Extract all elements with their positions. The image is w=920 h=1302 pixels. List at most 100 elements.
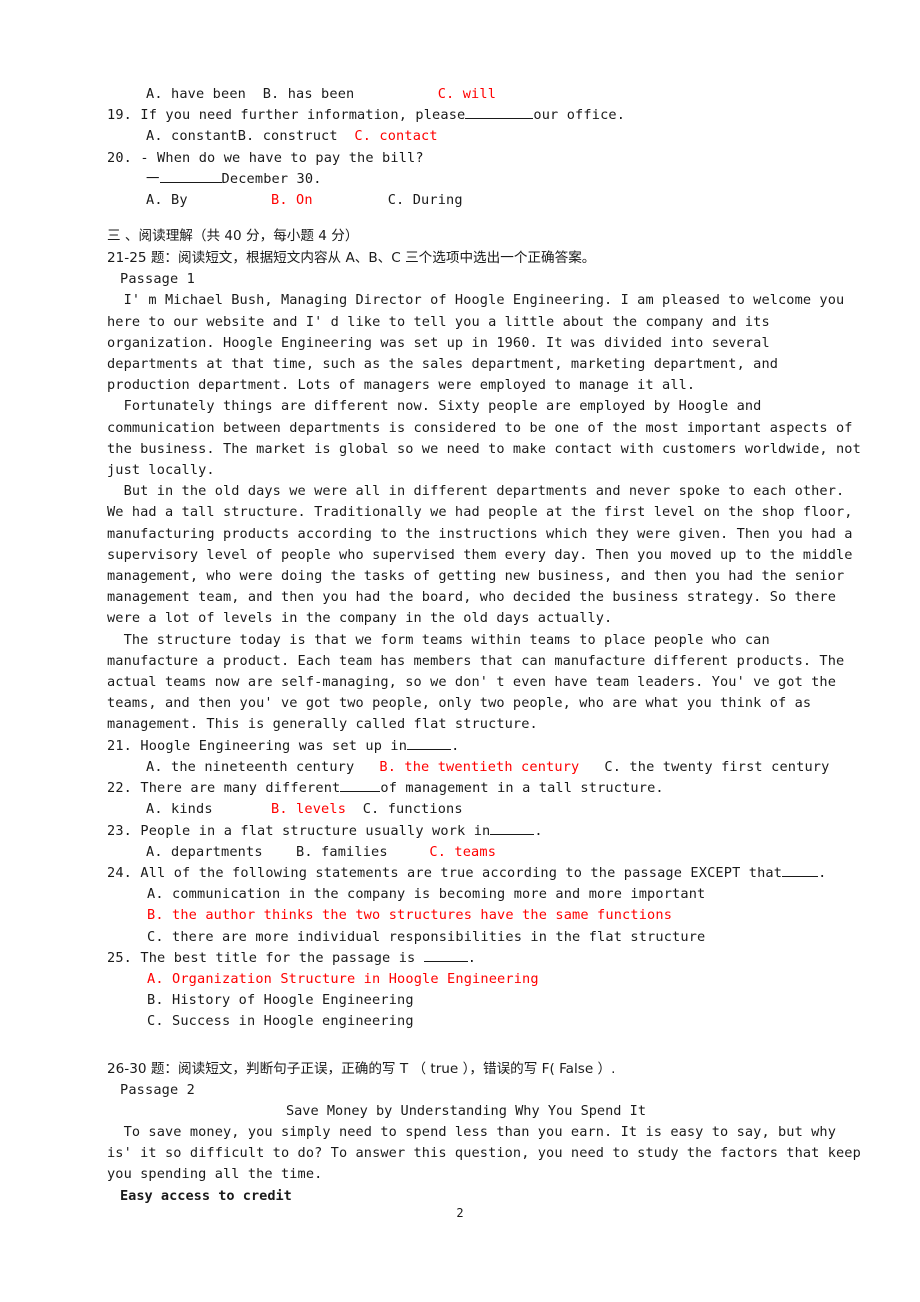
option-22-c[interactable]: C. functions [363, 801, 463, 817]
question-23-text-before: People in a flat structure usually work … [140, 822, 491, 839]
passage-line: were a lot of levels in the company in t… [107, 610, 613, 627]
option-19-a[interactable]: A. constant [133, 128, 238, 144]
option-22-a[interactable]: A. kinds [133, 801, 213, 817]
question-20-line1: - When do we have to pay the bill? [140, 149, 424, 166]
question-21-text-before: Hoogle Engineering was set up in [140, 737, 408, 754]
option-24-c-row: C. there are more individual responsibil… [107, 927, 825, 948]
question-21-text-after: . [451, 737, 460, 754]
option-23-c[interactable]: C. teams [429, 844, 496, 860]
passage-1-paragraph-4: The structure today is that we form team… [107, 630, 845, 736]
question-22-options-row: A. kinds B. levels C. functions [107, 799, 825, 820]
passage-2-title: Save Money by Understanding Why You Spen… [285, 1102, 647, 1119]
option-21-c[interactable]: C. the twenty first century [604, 759, 829, 775]
option-24-a[interactable]: A. communication in the company is becom… [147, 886, 705, 902]
passage-line: the business. The market is global so we… [107, 440, 861, 457]
passage-line: communication between departments is con… [107, 419, 853, 436]
question-25-blank[interactable] [423, 960, 468, 962]
exam-page: A. have been B. has been C. will 19. If … [0, 0, 920, 1302]
passage-line: management. This is generally called fla… [107, 716, 538, 733]
option-24-c[interactable]: C. there are more individual responsibil… [147, 929, 705, 945]
option-19-b[interactable]: B. construct [238, 128, 338, 144]
option-25-b-row: B. History of Hoogle Engineering [107, 990, 825, 1011]
question-22-stem: 22. There are many different of managemen… [107, 778, 825, 799]
page-content: A. have been B. has been C. will 19. If … [107, 84, 861, 1207]
question-21-stem: 21. Hoogle Engineering was set up in. [107, 736, 825, 757]
passage-1-paragraph-1: I' m Michael Bush, Managing Director of … [107, 290, 844, 396]
question-19-number: 19. [107, 107, 133, 124]
question-18-options-row: A. have been B. has been C. will [107, 84, 825, 105]
option-19-c[interactable]: C. contact [354, 128, 437, 144]
passage-line: production department. Lots of managers … [107, 377, 696, 394]
option-25-a[interactable]: A. Organization Structure in Hoogle Engi… [147, 971, 539, 987]
question-23-blank[interactable] [490, 833, 535, 835]
question-25-number: 25. [107, 949, 133, 966]
question-19-blank[interactable] [465, 118, 534, 120]
question-19-text-before: If you need further information, please [140, 107, 466, 124]
section-26-30-instruction: 26-30 题：阅读短文，判断句子正误，正确的写 T （ true ），错误的写… [107, 1060, 616, 1077]
option-23-a[interactable]: A. departments [133, 844, 263, 860]
passage-line: manufacturing products according to the … [107, 525, 853, 542]
option-25-c[interactable]: C. Success in Hoogle engineering [147, 1013, 414, 1029]
passage-line: manufacture a product. Each team has mem… [107, 652, 845, 669]
passage-line: just locally. [107, 462, 215, 479]
option-18-b[interactable]: B. has been [263, 86, 355, 102]
question-23-stem: 23. People in a flat structure usually w… [107, 821, 825, 842]
question-20-options-row: A. By B. On C. During [107, 190, 825, 211]
option-21-b[interactable]: B. the twentieth century [379, 759, 579, 775]
option-18-a[interactable]: A. have been [133, 86, 246, 102]
option-20-c[interactable]: C. During [388, 192, 463, 208]
question-19-options-row: A. constantB. construct C. contact [107, 126, 825, 147]
question-24-stem: 24. All of the following statements are … [107, 863, 827, 884]
passage-2-subheading: Easy access to credit [120, 1187, 292, 1204]
passage-line: Fortunately things are different now. Si… [107, 398, 762, 415]
question-24-blank[interactable] [782, 875, 819, 877]
question-21-blank[interactable] [407, 748, 452, 750]
passage-2-label: Passage 2 [120, 1081, 196, 1098]
question-19-text-after: our office. [533, 107, 626, 124]
question-22-blank[interactable] [340, 791, 381, 793]
passage-1-paragraph-2: Fortunately things are different now. Si… [107, 396, 861, 481]
question-20-stem: 20. - When do we have to pay the bill? [107, 148, 825, 169]
question-24-text-before: All of the following statements are true… [140, 864, 783, 881]
passage-line: you spending all the time. [107, 1166, 323, 1183]
option-20-a[interactable]: A. By [133, 192, 188, 208]
passage-1-paragraph-3: But in the old days we were all in diffe… [107, 481, 853, 629]
question-24-text-after: . [818, 864, 827, 881]
page-number-footer: 2 [456, 1206, 464, 1220]
passage-line: management team, and then you had the bo… [107, 589, 837, 606]
option-21-a[interactable]: A. the nineteenth century [133, 759, 354, 775]
question-25-text-after: . [467, 949, 477, 966]
passage-line: But in the old days we were all in diffe… [107, 483, 845, 500]
option-25-b[interactable]: B. History of Hoogle Engineering [147, 992, 414, 1008]
option-23-b[interactable]: B. families [296, 844, 388, 860]
question-22-number: 22. [107, 780, 133, 797]
question-20-answer-line: 一 December 30. [107, 169, 825, 190]
question-25-text-before: The best title for the passage is [140, 949, 424, 966]
passage-line: supervisory level of people who supervis… [107, 546, 853, 563]
passage-line: We had a tall structure. Traditionally w… [107, 504, 853, 521]
question-23-number: 23. [107, 822, 133, 839]
option-22-b[interactable]: B. levels [271, 801, 346, 817]
passage-line: departments at that time, such as the sa… [107, 356, 779, 373]
question-24-number: 24. [107, 864, 133, 881]
option-25-c-row: C. Success in Hoogle engineering [107, 1011, 825, 1032]
question-20-line2-after: December 30. [221, 170, 322, 187]
option-20-b[interactable]: B. On [271, 192, 313, 208]
option-24-b-row: B. the author thinks the two structures … [107, 905, 825, 926]
passage-line: here to our website and I' d like to tel… [107, 313, 770, 330]
option-24-b[interactable]: B. the author thinks the two structures … [147, 907, 672, 923]
passage-2-paragraph-1: To save money, you simply need to spend … [107, 1122, 861, 1186]
section-three-instruction: 21-25 题：阅读短文，根据短文内容从 A、B、C 三个选项中选出一个正确答案… [107, 250, 596, 267]
question-20-number: 20. [107, 149, 133, 166]
section-three-heading: 三 、阅读理解（共 40 分，每小题 4 分） [107, 228, 359, 245]
passage-line: To save money, you simply need to spend … [107, 1123, 837, 1140]
question-21-number: 21. [107, 737, 133, 754]
question-20-blank[interactable] [159, 181, 222, 183]
option-18-c[interactable]: C. will [438, 86, 496, 102]
option-24-a-row: A. communication in the company is becom… [107, 884, 825, 905]
passage-line: teams, and then you' ve got two people, … [107, 695, 812, 712]
option-25-a-row: A. Organization Structure in Hoogle Engi… [107, 969, 825, 990]
passage-line: is' it so difficult to do? To answer thi… [107, 1145, 861, 1162]
question-22-text-after: of management in a tall structure. [380, 780, 664, 797]
question-23-options-row: A. departments B. families C. teams [107, 842, 825, 863]
